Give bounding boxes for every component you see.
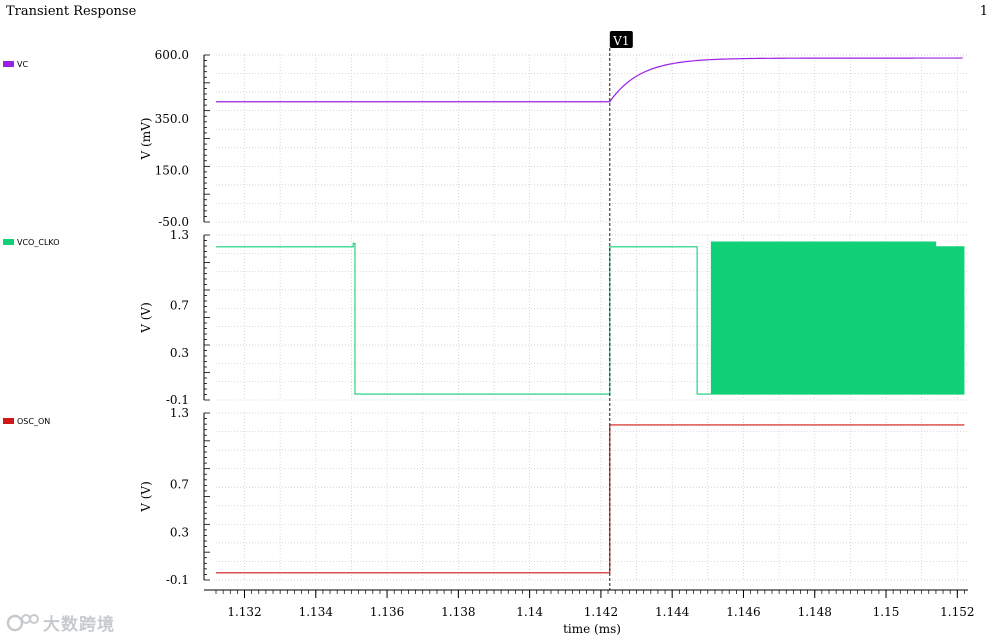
y-tick-label-vc: 150.0 [155,164,189,178]
x-tick-label: 1.138 [441,605,475,619]
y-tick-label-vc: -50.0 [158,215,189,229]
x-tick-label: 1.132 [227,605,261,619]
y-tick-label-osc-on: 0.7 [170,478,189,492]
watermark-text: 大数跨境 [43,614,115,635]
y-tick-label-vc: 600.0 [155,48,189,62]
marker-label: V1 [612,34,629,48]
x-tick-label: 1.142 [584,605,618,619]
y-tick-label-vco-clko: 0.7 [170,299,189,313]
x-tick-label: 1.134 [299,605,334,619]
y-tick-label-vco-clko: 1.3 [170,228,189,242]
y-tick-label-vco-clko: -0.1 [166,393,189,407]
x-tick-label: 1.144 [655,605,690,619]
x-axis-label: time (ms) [563,622,621,636]
y-tick-label-osc-on: -0.1 [166,573,189,587]
watermark-logo-icon [6,614,39,632]
watermark: 大数跨境 [6,608,115,636]
y-tick-label-osc-on: 0.3 [170,525,189,539]
x-tick-label: 1.152 [940,605,974,619]
series-line-vco-clko [216,241,965,395]
x-tick-label: 1.14 [516,605,543,619]
y-axis-label-vc: V (mV) [139,118,153,161]
x-tick-label: 1.148 [798,605,832,619]
y-tick-label-vc: 350.0 [155,112,189,126]
y-tick-label-osc-on: 1.3 [170,406,189,420]
x-tick-label: 1.146 [726,605,760,619]
y-axis-label-osc-on: V (V) [139,481,153,513]
series-line-osc-on [216,424,965,574]
x-tick-label: 1.136 [370,605,404,619]
x-tick-label: 1.15 [873,605,900,619]
y-axis-label-vco-clko: V (V) [139,302,153,334]
y-tick-label-vco-clko: 0.3 [170,346,189,360]
transient-chart: 600.0 350.0 150.0 -50.0 V (mV) 1.3 0.7 0.3 -0.1 V… [139,31,974,636]
